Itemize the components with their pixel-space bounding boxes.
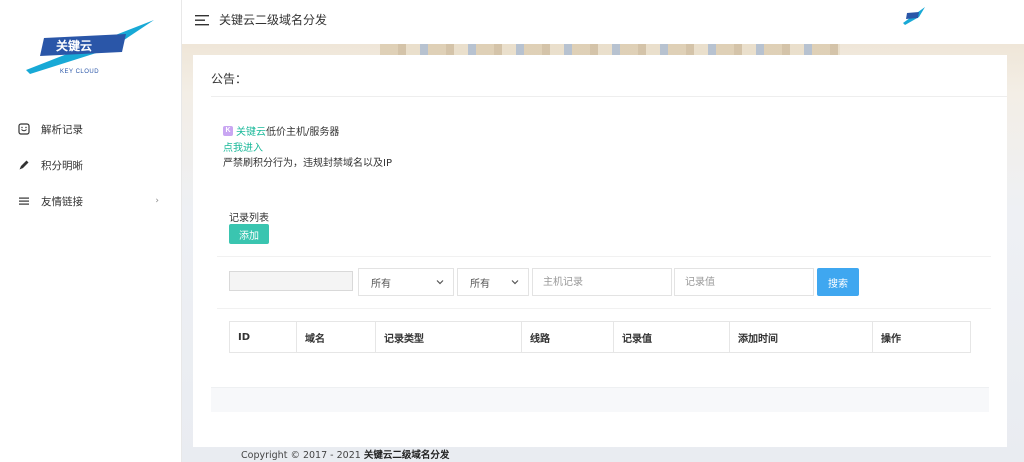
sidebar-item-records[interactable]: 解析记录 [0, 115, 181, 143]
chevron-right-icon: › [155, 196, 159, 206]
column-header[interactable]: 域名 [297, 322, 376, 352]
sidebar-item-label: 友情链接 [41, 195, 83, 208]
table-footer [211, 387, 989, 412]
column-header[interactable]: 线路 [522, 322, 614, 352]
list-icon [17, 194, 31, 208]
ad-line: K 关键云 低价主机/服务器 [223, 123, 339, 138]
sidebar: 关键云 KEY CLOUD 解析记录 积分明晰 友情链接 › [0, 0, 182, 462]
records-table-header: ID 域名 记录类型 线路 记录值 添加时间 操作 [229, 321, 971, 353]
sidebar-item-label: 解析记录 [41, 123, 83, 136]
search-button[interactable]: 搜索 [817, 268, 859, 296]
top-bar: 关键云二级域名分发 [182, 0, 1024, 44]
record-icon [17, 122, 31, 136]
chevron-down-icon [436, 280, 444, 285]
pencil-icon [17, 158, 31, 172]
main-card: 公告： K 关键云 低价主机/服务器 点我进入 严禁刷积分行为，违规封禁域名以及… [193, 55, 1007, 447]
notice-title: 公告： [211, 72, 248, 86]
ad-brand-link[interactable]: 关键云 [236, 123, 266, 138]
column-header[interactable]: 操作 [873, 322, 970, 352]
column-header[interactable]: 记录值 [614, 322, 730, 352]
sidebar-item-points[interactable]: 积分明晰 [0, 151, 181, 179]
add-record-button[interactable]: 添加 [229, 224, 269, 244]
enter-link[interactable]: 点我进入 [223, 139, 263, 154]
divider [217, 308, 991, 309]
column-header[interactable]: 添加时间 [730, 322, 873, 352]
sidebar-item-links[interactable]: 友情链接 › [0, 187, 181, 215]
copyright: Copyright © 2017 - 2021 关键云二级域名分发 [241, 447, 449, 461]
sidebar-item-label: 积分明晰 [41, 159, 83, 172]
select-value: 所有 [470, 278, 490, 290]
user-avatar[interactable] [901, 5, 927, 29]
column-header[interactable]: ID [230, 322, 297, 352]
k-badge-icon: K [223, 125, 233, 136]
divider [211, 96, 1007, 97]
logo-subtext: KEY CLOUD [60, 69, 100, 75]
rule-text: 严禁刷积分行为，违规封禁域名以及IP [223, 158, 392, 169]
chevron-down-icon [511, 280, 519, 285]
copyright-prefix: Copyright © 2017 - 2021 [241, 450, 361, 461]
menu-toggle-icon[interactable] [195, 12, 211, 28]
records-title: 记录列表 [229, 213, 269, 224]
domain-input[interactable] [229, 271, 353, 291]
column-header[interactable]: 记录类型 [376, 322, 522, 352]
record-type-select[interactable]: 所有 [358, 268, 454, 296]
site-title: 关键云二级域名分发 [219, 13, 328, 27]
select-value: 所有 [371, 278, 391, 290]
copyright-site: 关键云二级域名分发 [363, 450, 450, 461]
line-select[interactable]: 所有 [457, 268, 529, 296]
logo-text: 关键云 [56, 38, 92, 53]
divider [217, 256, 991, 257]
host-record-input[interactable] [532, 268, 672, 296]
ad-text: 低价主机/服务器 [266, 127, 340, 138]
record-value-input[interactable] [674, 268, 814, 296]
